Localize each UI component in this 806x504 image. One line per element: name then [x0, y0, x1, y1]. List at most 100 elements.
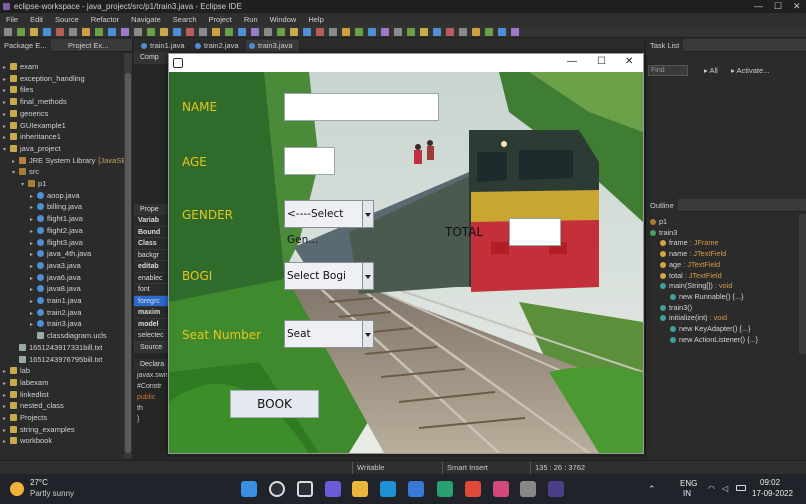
outline-item[interactable]: new Runnable() {...}: [670, 292, 744, 303]
tab-outline[interactable]: Outline: [646, 199, 678, 212]
toolbar-tool-icon[interactable]: [56, 28, 64, 36]
toolbar-tool-icon[interactable]: [43, 28, 51, 36]
tree-item[interactable]: ▸ exam: [3, 61, 38, 73]
code-line[interactable]: javax.swin: [134, 370, 170, 381]
outline-item[interactable]: train3: [650, 228, 677, 239]
toolbar-tool-icon[interactable]: [17, 28, 25, 36]
outline-item[interactable]: p1: [650, 217, 667, 228]
language-region[interactable]: IN: [683, 489, 691, 498]
tab-train3[interactable]: train3.java: [246, 40, 299, 52]
tree-item[interactable]: ▸ string_examples: [3, 424, 75, 436]
menu-navigate[interactable]: Navigate: [125, 13, 167, 26]
tree-scrollbar[interactable]: [124, 53, 132, 458]
chevron-up-icon[interactable]: ⌃: [648, 484, 656, 495]
toolbar-tool-icon[interactable]: [212, 28, 220, 36]
chevron-down-icon[interactable]: ▾: [3, 145, 10, 157]
toolbar-tool-icon[interactable]: [108, 28, 116, 36]
tree-item[interactable]: ▸ billing.java: [30, 201, 82, 213]
toolbar-tool-icon[interactable]: [277, 28, 285, 36]
eclipse-taskbar-icon[interactable]: [548, 481, 564, 497]
toolbar-tool-icon[interactable]: [381, 28, 389, 36]
chevron-down-icon[interactable]: ▾: [12, 168, 19, 180]
app-minimize-icon[interactable]: —: [567, 56, 577, 67]
edge-dev-icon[interactable]: [437, 481, 453, 497]
tab-task-list[interactable]: Task List: [646, 39, 684, 52]
tree-item[interactable]: ▸ java_4th.java: [30, 248, 91, 260]
battery-icon[interactable]: [736, 485, 746, 491]
toolbar-tool-icon[interactable]: [225, 28, 233, 36]
property-row[interactable]: enablec: [134, 273, 170, 284]
windows-start-icon[interactable]: [241, 481, 257, 497]
outline-item[interactable]: total : JTextField: [660, 271, 722, 282]
property-row[interactable]: Bound: [134, 227, 170, 238]
tree-item[interactable]: ▸ train2.java: [30, 307, 82, 319]
edge-browser-icon[interactable]: [380, 481, 396, 497]
toolbar-tool-icon[interactable]: [472, 28, 480, 36]
settings-icon[interactable]: [520, 481, 536, 497]
toolbar-tool-icon[interactable]: [342, 28, 350, 36]
toolbar-tool-icon[interactable]: [251, 28, 259, 36]
toolbar-tool-icon[interactable]: [82, 28, 90, 36]
speaker-icon[interactable]: ◁: [722, 484, 728, 493]
tree-item[interactable]: ▸ lab: [3, 365, 30, 377]
app-close-icon[interactable]: ✕: [625, 56, 633, 67]
tree-scroll-thumb[interactable]: [125, 73, 131, 453]
toolbar-tool-icon[interactable]: [498, 28, 506, 36]
chevron-down-icon[interactable]: ▾: [21, 180, 28, 192]
activate-link[interactable]: ▸ Activate...: [731, 66, 769, 75]
task-view-icon[interactable]: [297, 481, 313, 497]
properties-tab[interactable]: Prope: [134, 204, 170, 215]
toolbar-tool-icon[interactable]: [4, 28, 12, 36]
seat-select[interactable]: Seat: [284, 320, 374, 348]
tree-item[interactable]: 1651243917331bill.txt: [12, 342, 102, 354]
toolbar-tool-icon[interactable]: [186, 28, 194, 36]
tree-item[interactable]: ▸ exception_handling: [3, 73, 85, 85]
property-row[interactable]: foregrc: [134, 295, 170, 307]
toolbar-tool-icon[interactable]: [95, 28, 103, 36]
property-row[interactable]: selectec: [134, 330, 170, 342]
outline-item[interactable]: name : JTextField: [660, 249, 726, 260]
maximize-icon[interactable]: ☐: [774, 0, 782, 13]
toolbar-tool-icon[interactable]: [147, 28, 155, 36]
tree-item[interactable]: ▾ p1: [21, 178, 46, 190]
tree-item[interactable]: ▸ Projects: [3, 412, 47, 424]
property-row[interactable]: Variab: [134, 215, 170, 227]
toolbar-tool-icon[interactable]: [264, 28, 272, 36]
total-output[interactable]: [509, 218, 561, 246]
chrome-icon[interactable]: [465, 481, 481, 497]
menu-window[interactable]: Window: [264, 13, 303, 26]
code-line[interactable]: }: [134, 414, 170, 425]
toolbar-tool-icon[interactable]: [30, 28, 38, 36]
tree-item[interactable]: ▸ linkedlist: [3, 389, 49, 401]
toolbar-tool-icon[interactable]: [316, 28, 324, 36]
tree-item[interactable]: ▸ labexam: [3, 377, 48, 389]
tree-item[interactable]: ▸ final_methods: [3, 96, 67, 108]
tab-project-explorer[interactable]: Project Ex...: [64, 39, 112, 52]
tree-item[interactable]: ▸ inheritance1: [3, 131, 61, 143]
app-maximize-icon[interactable]: ☐: [597, 56, 606, 67]
chevron-down-icon[interactable]: [362, 263, 373, 289]
tree-item[interactable]: ▸ flight2.java: [30, 225, 83, 237]
tree-item[interactable]: ▸ GUIexample1: [3, 120, 66, 132]
toolbar-tool-icon[interactable]: [199, 28, 207, 36]
property-row[interactable]: Class: [134, 238, 170, 250]
toolbar-tool-icon[interactable]: [420, 28, 428, 36]
language-code[interactable]: ENG: [680, 479, 697, 488]
all-filter[interactable]: ▸ All: [704, 66, 718, 75]
tree-item[interactable]: ▸ aoop.java: [30, 190, 80, 202]
toolbar-tool-icon[interactable]: [238, 28, 246, 36]
declaration-tab[interactable]: Declara: [134, 359, 170, 370]
task-find-input[interactable]: Find: [648, 65, 688, 76]
outline-item[interactable]: age : JTextField: [660, 260, 720, 271]
tree-item[interactable]: ▸ workbook: [3, 435, 52, 447]
tab-train2[interactable]: train2.java: [192, 40, 245, 52]
property-row[interactable]: font: [134, 284, 170, 296]
toolbar-tool-icon[interactable]: [511, 28, 519, 36]
toolbar-tool-icon[interactable]: [121, 28, 129, 36]
file-explorer-icon[interactable]: [352, 481, 368, 497]
toolbar-tool-icon[interactable]: [69, 28, 77, 36]
toolbar-tool-icon[interactable]: [407, 28, 415, 36]
toolbar-tool-icon[interactable]: [173, 28, 181, 36]
property-row[interactable]: model: [134, 319, 170, 330]
outline-item[interactable]: train3(): [660, 303, 692, 314]
